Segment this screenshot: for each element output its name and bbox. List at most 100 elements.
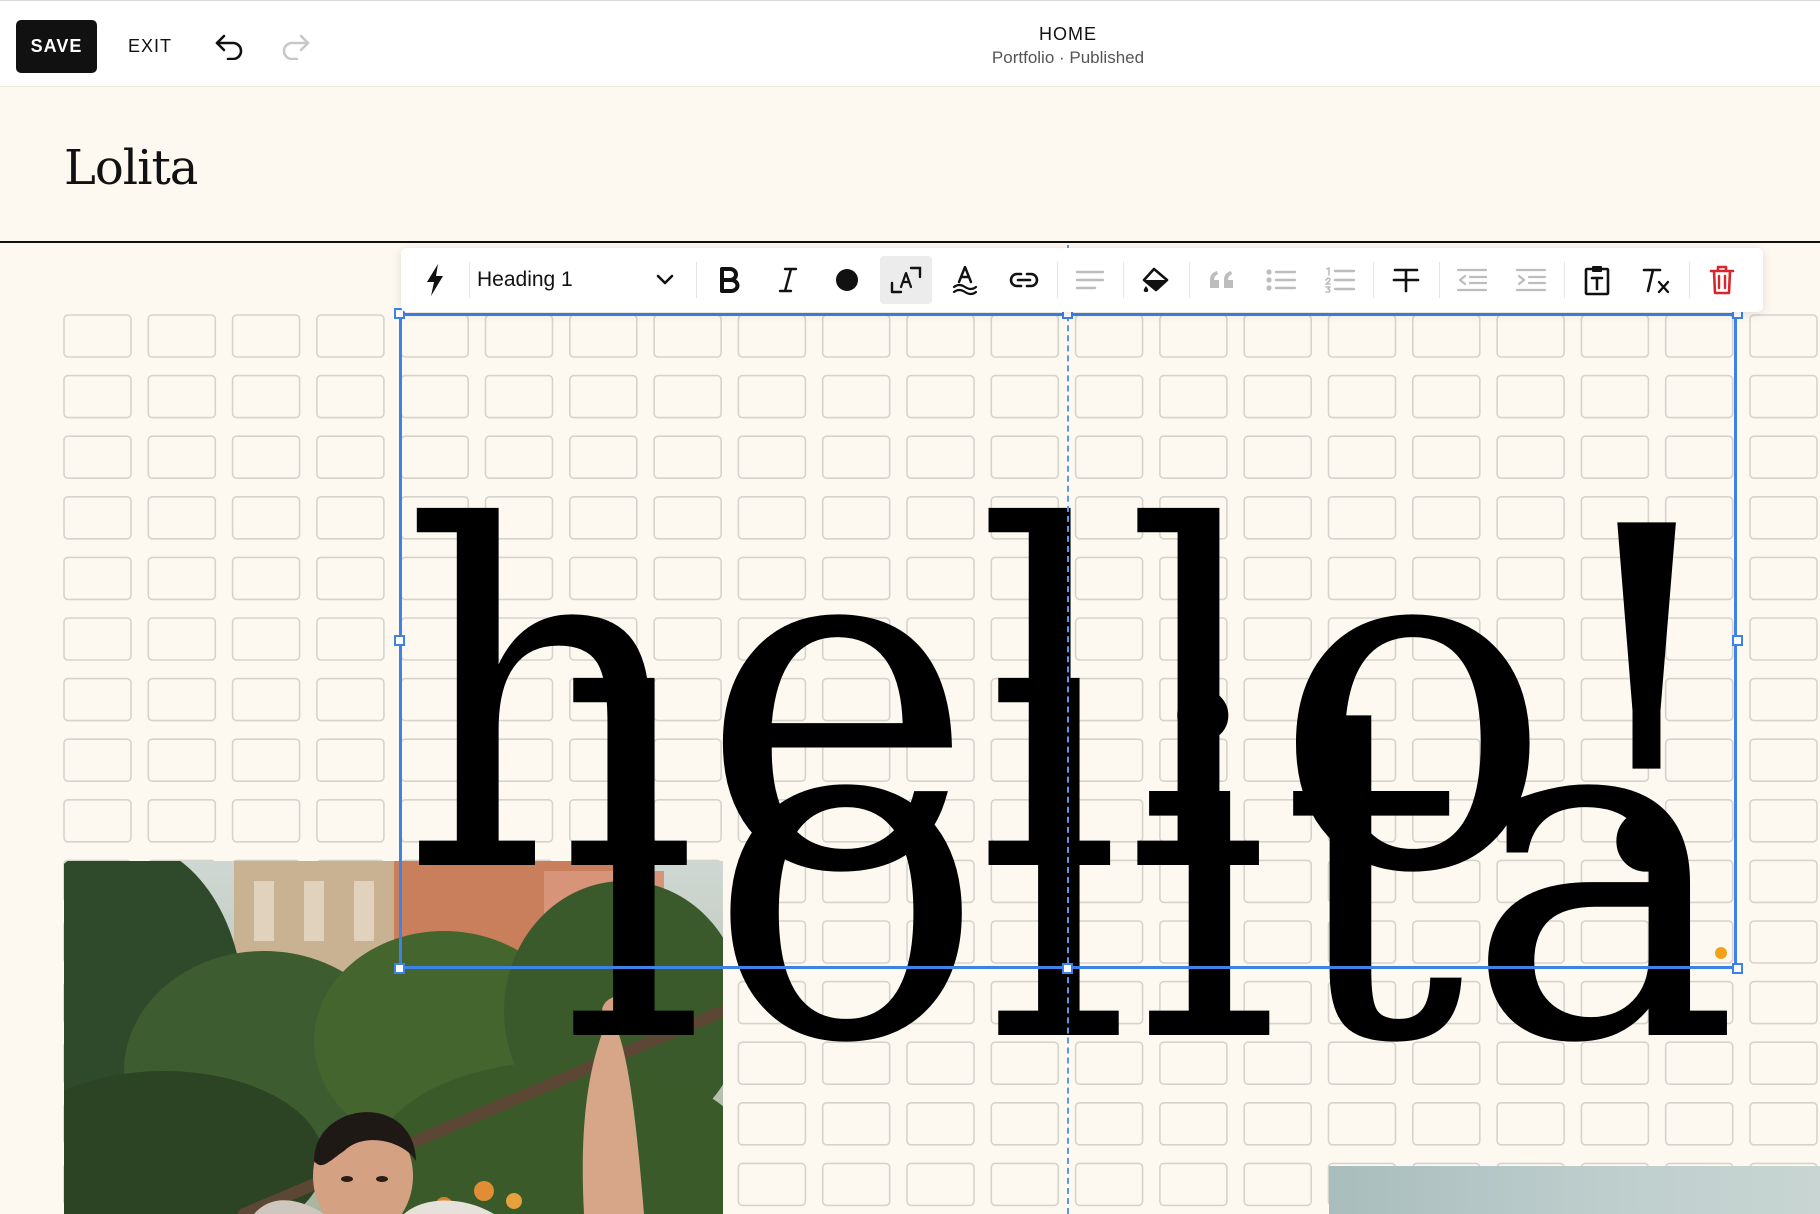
bold-button[interactable] — [703, 256, 755, 304]
grid-cell — [1749, 374, 1818, 419]
grid-cell — [821, 1101, 891, 1146]
grid-cell — [63, 677, 132, 722]
toolbar-divider — [1564, 262, 1565, 298]
grid-cell — [1496, 1041, 1565, 1086]
grid-cell — [147, 435, 217, 479]
grid-cell — [147, 798, 217, 843]
link-button[interactable] — [998, 256, 1050, 304]
grid-cell — [1749, 798, 1818, 843]
grid-cell — [990, 1101, 1060, 1146]
grid-cell — [1749, 677, 1818, 722]
grid-cell — [737, 1041, 807, 1086]
grid-cell — [316, 314, 385, 358]
link-icon — [1009, 272, 1039, 288]
grid-cell — [63, 314, 132, 358]
exit-button[interactable]: EXIT — [118, 20, 182, 73]
text-format-toolbar: Heading 1 — [401, 248, 1763, 312]
block-anchor-dot[interactable] — [1715, 947, 1727, 959]
grid-cell — [147, 556, 217, 601]
paste-text-icon — [1584, 266, 1610, 296]
bullet-list-button[interactable] — [1255, 256, 1307, 304]
undo-button[interactable] — [207, 23, 253, 69]
grid-cell — [1243, 980, 1312, 1025]
grid-cell — [1496, 980, 1565, 1025]
undo-icon — [215, 34, 243, 60]
fill-color-icon — [1142, 267, 1169, 292]
editor-top-bar: SAVE EXIT HOME Portfolio · Published — [0, 0, 1820, 87]
grid-cell — [231, 738, 301, 783]
grid-cell — [316, 556, 385, 601]
grid-cell — [1243, 1101, 1312, 1146]
grid-cell — [1327, 1041, 1397, 1086]
text-style-dropdown[interactable]: Heading 1 — [469, 256, 679, 304]
align-button[interactable] — [1064, 256, 1116, 304]
grid-cell — [1074, 1162, 1144, 1207]
grid-cell — [147, 314, 217, 358]
grid-cell — [147, 738, 217, 783]
grid-cell — [231, 617, 301, 661]
resize-handle-left[interactable] — [394, 635, 405, 646]
grid-cell — [1243, 1041, 1312, 1086]
strikethrough-icon — [1392, 268, 1420, 293]
grid-cell — [231, 677, 301, 722]
grid-cell — [1749, 1101, 1818, 1146]
indent-button[interactable] — [1505, 256, 1557, 304]
toolbar-divider — [1057, 262, 1058, 298]
numbered-list-icon — [1325, 267, 1356, 293]
grid-cell — [1159, 1041, 1228, 1086]
grid-cell — [147, 496, 217, 540]
secondary-image-block[interactable] — [1329, 1166, 1820, 1214]
grid-cell — [231, 374, 301, 419]
quick-actions-button[interactable] — [409, 256, 461, 304]
grid-cell — [63, 496, 132, 540]
site-logo[interactable]: Lolita — [64, 140, 198, 196]
grid-cell — [1749, 435, 1818, 479]
grid-cell — [316, 435, 385, 479]
strikethrough-button[interactable] — [1380, 256, 1432, 304]
grid-cell — [1159, 1101, 1228, 1146]
text-size-button[interactable] — [880, 256, 932, 304]
fill-color-button[interactable] — [1130, 256, 1182, 304]
chevron-down-icon — [656, 274, 674, 285]
grid-cell — [737, 1101, 807, 1146]
resize-handle-bottom-left[interactable] — [394, 963, 405, 974]
quote-button[interactable] — [1196, 256, 1248, 304]
resize-handle-bottom[interactable] — [1062, 963, 1073, 974]
grid-cell — [63, 374, 132, 419]
numbered-list-button[interactable] — [1314, 256, 1366, 304]
clear-formatting-button[interactable] — [1630, 256, 1682, 304]
strikethrough-style-button[interactable] — [939, 256, 991, 304]
grid-cell — [1749, 920, 1818, 964]
grid-cell — [906, 980, 975, 1025]
text-color-button[interactable] — [821, 256, 873, 304]
grid-cell — [316, 374, 385, 419]
grid-cell — [1749, 980, 1818, 1025]
indent-icon — [1515, 268, 1547, 292]
align-left-icon — [1075, 270, 1105, 290]
resize-handle-right[interactable] — [1732, 635, 1743, 646]
toolbar-divider — [696, 262, 697, 298]
grid-cell — [1412, 980, 1481, 1025]
grid-cell — [1580, 1041, 1650, 1086]
text-size-icon — [890, 266, 922, 294]
delete-block-button[interactable] — [1696, 256, 1748, 304]
grid-cell — [821, 1041, 891, 1086]
delete-icon — [1709, 265, 1735, 295]
grid-cell — [1664, 980, 1734, 1025]
grid-cell — [231, 556, 301, 601]
text-selection-box[interactable] — [399, 313, 1737, 969]
grid-cell — [316, 496, 385, 540]
redo-icon — [282, 34, 310, 60]
italic-button[interactable] — [762, 256, 814, 304]
save-button[interactable]: SAVE — [16, 20, 97, 73]
grid-cell — [1664, 1041, 1734, 1086]
grid-cell — [1412, 1101, 1481, 1146]
paste-text-button[interactable] — [1571, 256, 1623, 304]
outdent-button[interactable] — [1446, 256, 1498, 304]
redo-button[interactable] — [272, 23, 318, 69]
resize-handle-bottom-right[interactable] — [1732, 963, 1743, 974]
grid-cell — [1749, 617, 1818, 661]
italic-icon — [778, 267, 798, 293]
grid-cell — [1159, 1162, 1228, 1207]
page-title: HOME — [1039, 24, 1097, 44]
